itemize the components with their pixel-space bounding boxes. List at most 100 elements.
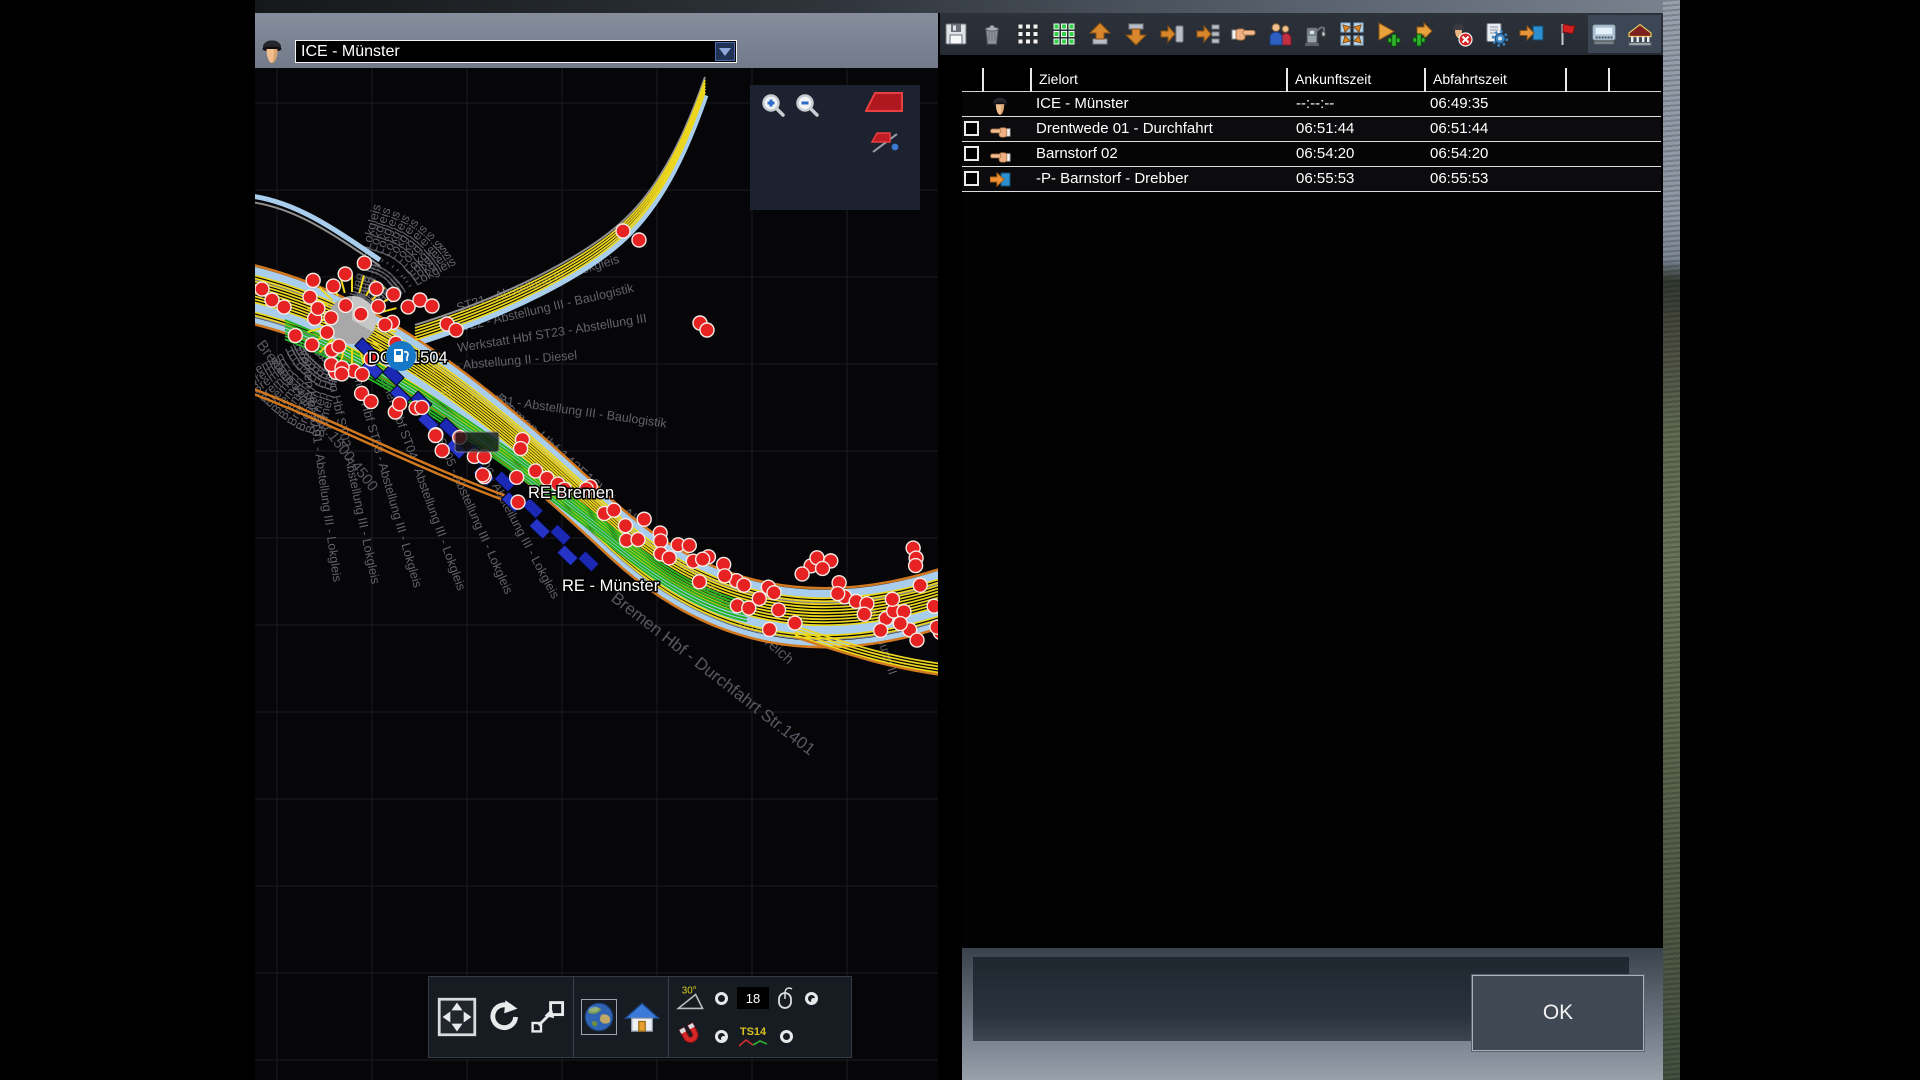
map-area[interactable]: Bremen Hbf ST10 - Abstellung III - Lokgl… <box>255 68 938 1080</box>
column-zielort[interactable]: Zielort <box>1030 68 1286 92</box>
timetable-row[interactable]: -P- Barnstorf - Drebber 06:55:53 06:55:5… <box>962 167 1661 192</box>
signal-display-button[interactable] <box>1591 21 1617 47</box>
slope-radio[interactable] <box>715 992 728 1005</box>
row-checkbox[interactable] <box>964 146 979 161</box>
value-display: 18 <box>737 987 769 1009</box>
add-route-start-icon <box>1375 21 1401 47</box>
driver-cap-icon <box>260 36 284 69</box>
magnet-radio[interactable] <box>715 1030 728 1043</box>
timetable-header: Zielort Ankunftszeit Abfahrtszeit <box>962 68 1661 92</box>
route-settings-button[interactable] <box>1483 21 1509 47</box>
trash-icon <box>979 21 1005 47</box>
train-label-re-muenster: RE - Münster <box>562 577 660 595</box>
zoom-out-icon[interactable] <box>794 92 821 124</box>
rotate-button[interactable] <box>485 999 521 1035</box>
train-selector[interactable]: ICE - Münster <box>295 40 737 63</box>
abfahrt-value: 06:51:44 <box>1430 117 1488 142</box>
row-checkbox[interactable] <box>964 121 979 136</box>
timetable-row[interactable]: ICE - Münster --:--:-- 06:49:35 <box>962 92 1661 117</box>
zielort-value: -P- Barnstorf - Drebber <box>1036 167 1189 192</box>
map-zoom-overlay <box>750 85 920 210</box>
zielort-value: Barnstorf 02 <box>1036 142 1118 167</box>
insert-after-icon <box>1159 21 1185 47</box>
add-route-point-icon <box>1411 21 1437 47</box>
pan-button[interactable] <box>437 997 477 1037</box>
save-icon <box>943 21 969 47</box>
go-to-target-button[interactable] <box>1519 21 1545 47</box>
train-selector-value: ICE - Münster <box>301 43 400 60</box>
dropdown-arrow-icon[interactable] <box>715 42 735 61</box>
column-extra-2 <box>1608 68 1661 92</box>
pointing-hand-icon <box>986 143 1014 166</box>
ankunft-value: 06:54:20 <box>1296 142 1354 167</box>
column-extra-1 <box>1565 68 1608 92</box>
grid-button[interactable] <box>1015 21 1041 47</box>
center-view-button[interactable] <box>1339 21 1365 47</box>
add-route-point-button[interactable] <box>1411 21 1437 47</box>
train-label-re-bremen: RE-Bremen <box>528 484 614 502</box>
flag-icon <box>1555 21 1581 47</box>
grid-icon <box>1015 21 1041 47</box>
move-up-button[interactable] <box>1087 21 1113 47</box>
route-settings-icon <box>1483 21 1509 47</box>
track-map[interactable]: Bremen Hbf ST10 - Abstellung III - Lokgl… <box>255 68 938 1080</box>
pointing-hand-icon <box>986 118 1014 141</box>
zielort-value: ICE - Münster <box>1036 92 1129 117</box>
ok-button-label: OK <box>1543 1001 1573 1025</box>
fuel-station-icon[interactable] <box>386 341 416 371</box>
save-button[interactable] <box>943 21 969 47</box>
move-window-button[interactable] <box>529 999 565 1035</box>
abfahrt-value: 06:54:20 <box>1430 142 1488 167</box>
fuel-label-number: 1504 <box>411 349 448 367</box>
add-route-start-button[interactable] <box>1375 21 1401 47</box>
passengers-icon <box>1267 21 1293 47</box>
timetable-panel: Zielort Ankunftszeit Abfahrtszeit ICE - … <box>962 68 1661 948</box>
zielort-value: Drentwede 01 - Durchfahrt <box>1036 117 1213 142</box>
ok-button[interactable]: OK <box>1472 975 1644 1051</box>
move-down-icon <box>1123 21 1149 47</box>
column-ankunftszeit[interactable]: Ankunftszeit <box>1286 68 1424 92</box>
footer-panel: OK <box>962 948 1663 1080</box>
map-header: ICE - Münster <box>255 13 938 68</box>
insert-into-list-icon <box>1195 21 1221 47</box>
insert-into-list-button[interactable] <box>1195 21 1221 47</box>
move-down-button[interactable] <box>1123 21 1149 47</box>
ts-radio[interactable] <box>780 1030 793 1043</box>
globe-button[interactable] <box>582 1000 616 1034</box>
delete-button[interactable] <box>979 21 1005 47</box>
go-to-target-icon <box>1519 21 1545 47</box>
scenery-strip <box>1663 0 1680 1080</box>
mouse-icon[interactable] <box>776 985 796 1011</box>
refuel-button[interactable] <box>1303 21 1329 47</box>
remove-driver-button[interactable] <box>1447 21 1473 47</box>
insert-after-button[interactable] <box>1159 21 1185 47</box>
map-nav-toolbar: 30° 18 <box>428 976 852 1058</box>
ts-icon[interactable]: TS14 <box>738 1026 768 1047</box>
magnet-icon[interactable] <box>677 1022 705 1050</box>
column-abfahrtszeit[interactable]: Abfahrtszeit <box>1424 68 1565 92</box>
app-window: ICE - Münster Bremen Hbf ST10 - Abstellu… <box>0 0 1920 1080</box>
slope-icon[interactable]: 30° <box>676 984 706 1012</box>
track-segment-icon[interactable] <box>865 90 905 120</box>
main-toolbar <box>940 13 1663 55</box>
grid-active-button[interactable] <box>1051 21 1077 47</box>
route-map-panel: ICE - Münster Bremen Hbf ST10 - Abstellu… <box>255 13 938 1080</box>
mouse-radio[interactable] <box>805 992 818 1005</box>
flag-button[interactable] <box>1555 21 1581 47</box>
timetable-row[interactable]: Barnstorf 02 06:54:20 06:54:20 <box>962 142 1661 167</box>
timetable-row[interactable]: Drentwede 01 - Durchfahrt 06:51:44 06:51… <box>962 117 1661 142</box>
depot-icon <box>1627 21 1653 47</box>
depot-button[interactable] <box>1627 21 1653 47</box>
goto-arrow-icon <box>986 168 1014 191</box>
passengers-button[interactable] <box>1267 21 1293 47</box>
driver-cap-icon <box>986 93 1014 116</box>
zoom-in-icon[interactable] <box>760 92 787 124</box>
row-checkbox[interactable] <box>964 171 979 186</box>
grid-active-icon <box>1051 21 1077 47</box>
refuel-icon <box>1303 21 1329 47</box>
pointing-hand-icon <box>1231 21 1257 47</box>
track-segment-edit-icon[interactable] <box>868 125 904 162</box>
home-button[interactable] <box>624 1000 660 1034</box>
select-hand-button[interactable] <box>1231 21 1257 47</box>
move-up-icon <box>1087 21 1113 47</box>
